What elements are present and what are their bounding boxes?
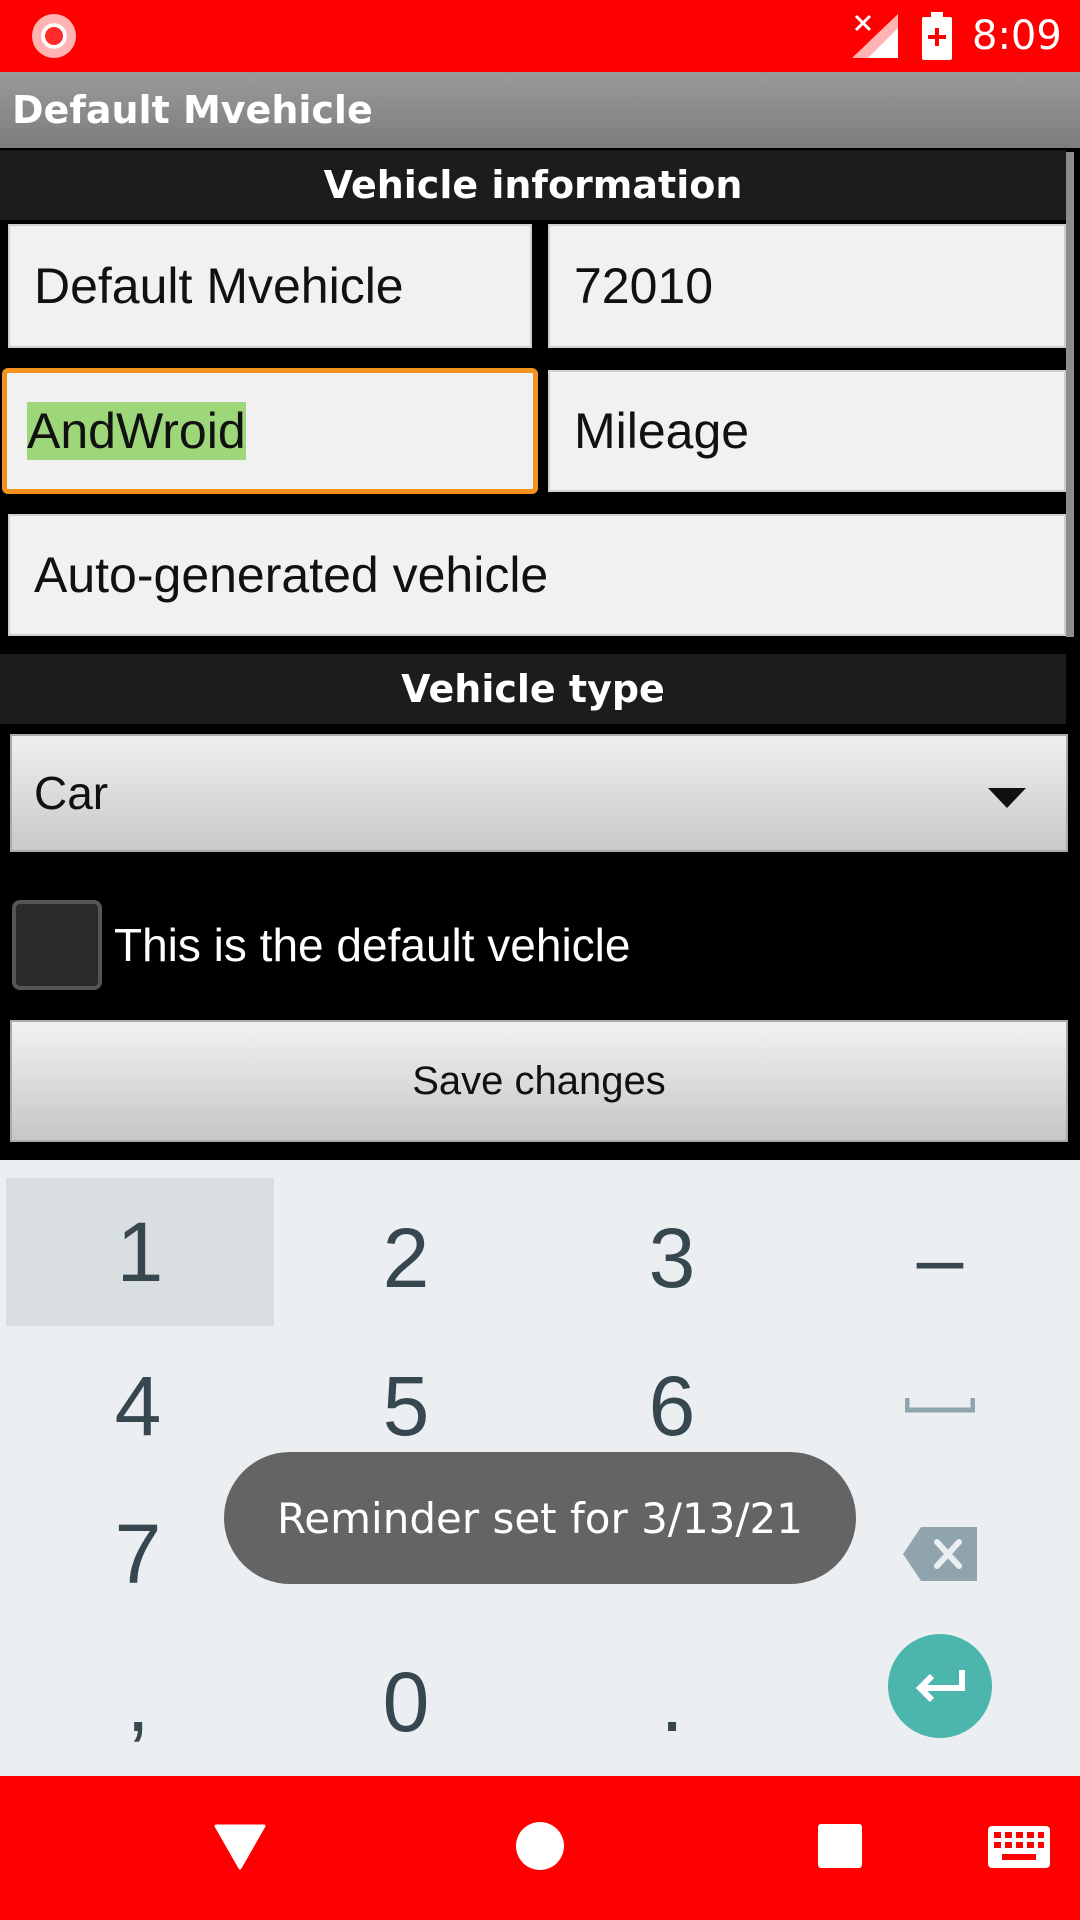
recents-icon[interactable] (818, 1824, 862, 1868)
key-3[interactable]: 3 (538, 1184, 806, 1332)
key-period[interactable]: . (538, 1628, 806, 1776)
enter-key[interactable] (888, 1634, 992, 1738)
key-2[interactable]: 2 (272, 1184, 540, 1332)
odometer-field[interactable]: 72010 (548, 224, 1066, 348)
save-button[interactable]: Save changes (10, 1020, 1068, 1142)
key-4[interactable]: 4 (4, 1332, 272, 1480)
vehicle-name-field[interactable]: Default Mvehicle (8, 224, 532, 348)
keyboard-icon[interactable] (988, 1826, 1050, 1868)
backspace-icon (903, 1527, 977, 1581)
chevron-down-icon (988, 788, 1026, 808)
space-icon (905, 1398, 975, 1413)
toast-message: Reminder set for 3/13/21 (224, 1452, 856, 1584)
status-bar (0, 0, 1080, 72)
distance-unit-field[interactable]: Mileage (548, 370, 1066, 492)
key-dash[interactable]: – (806, 1184, 1074, 1332)
default-vehicle-checkbox[interactable] (12, 900, 102, 990)
selected-text: AndWroid (27, 402, 246, 460)
key-space[interactable] (806, 1332, 1074, 1480)
key-comma[interactable]: , (4, 1628, 272, 1776)
scrollbar[interactable] (1066, 152, 1074, 637)
home-icon[interactable] (516, 1822, 564, 1870)
vehicle-type-dropdown[interactable]: Car (10, 734, 1068, 852)
key-1[interactable]: 1 (6, 1178, 274, 1326)
dropdown-selected-value: Car (34, 767, 109, 819)
description-field[interactable]: Auto-generated vehicle (8, 514, 1066, 636)
clock: 8:09 (972, 13, 1062, 59)
key-0[interactable]: 0 (272, 1628, 540, 1776)
page-title: Default Mvehicle (12, 88, 373, 132)
back-icon[interactable] (214, 1822, 266, 1870)
vehicle-type-header: Vehicle type (0, 654, 1066, 724)
make-field[interactable]: AndWroid (2, 368, 538, 494)
enter-icon (915, 1670, 965, 1703)
no-signal-icon (852, 14, 898, 58)
screen-record-icon (32, 14, 76, 58)
battery-charging-icon (922, 12, 952, 60)
vehicle-information-header: Vehicle information (0, 150, 1066, 220)
default-vehicle-label: This is the default vehicle (114, 919, 631, 971)
